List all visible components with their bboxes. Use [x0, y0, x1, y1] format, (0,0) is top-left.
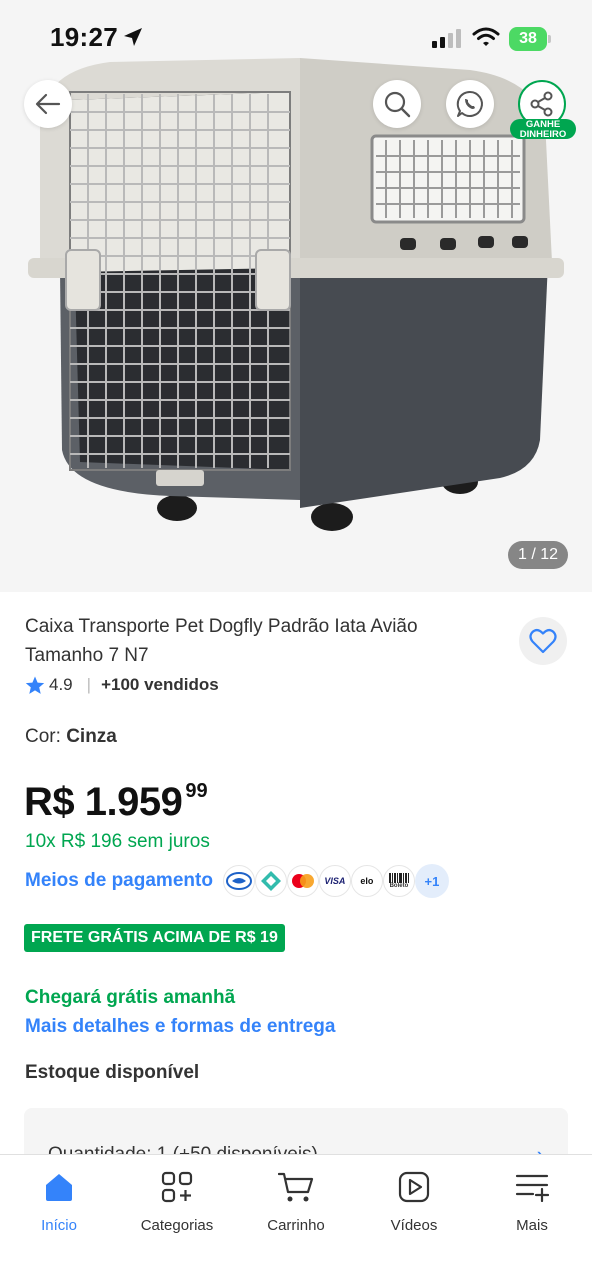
free-shipping-badge: FRETE GRÁTIS ACIMA DE R$ 19	[24, 924, 285, 952]
menu-more-icon	[515, 1174, 549, 1202]
sold-count: +100 vendidos	[101, 675, 219, 694]
mastercard-icon	[286, 865, 319, 897]
rating-value: 4.9	[49, 675, 73, 694]
arrival-text: Chegará grátis amanhã	[25, 987, 236, 1008]
visa-icon: VISA	[318, 865, 351, 897]
price-main: R$ 1.959	[24, 780, 183, 824]
installments-text: 10x R$ 196 sem juros	[25, 831, 210, 852]
cellular-signal-icon	[432, 29, 461, 48]
price: R$ 1.959 99	[24, 780, 208, 825]
product-title: Caixa Transporte Pet Dogfly Padrão Iata …	[25, 616, 418, 666]
color-value: Cinza	[66, 726, 117, 747]
search-icon	[384, 91, 411, 118]
delivery-details-link[interactable]: Mais detalhes e formas de entrega	[25, 1016, 335, 1038]
pix-icon	[254, 865, 287, 897]
nav-label: Início	[41, 1217, 77, 1234]
whatsapp-icon	[456, 90, 483, 117]
stock-status: Estoque disponível	[25, 1062, 200, 1083]
pet-carrier-image	[28, 58, 564, 531]
home-icon	[46, 1174, 72, 1201]
nav-item-categorias[interactable]: Categorias	[118, 1167, 236, 1247]
status-bar: 19:27 38	[0, 0, 592, 80]
boleto-icon: Boleto	[382, 865, 415, 897]
nav-item-mais[interactable]: Mais	[473, 1167, 591, 1247]
wifi-icon	[472, 27, 500, 46]
payment-methods-link[interactable]: Meios de pagamento	[25, 870, 213, 892]
image-counter: 1 / 12	[508, 541, 568, 569]
color-label: Cor:	[25, 726, 61, 747]
arrow-left-icon	[35, 93, 61, 115]
favorite-button[interactable]	[519, 617, 567, 665]
nav-item-inicio[interactable]: Início	[0, 1167, 118, 1247]
earn-money-badge[interactable]: GANHE DINHEIRO	[510, 119, 576, 140]
location-arrow-icon	[124, 28, 142, 46]
whatsapp-share-button[interactable]	[446, 80, 494, 128]
bottom-navigation: Início Categorias Carrinho Vídeos Mais	[0, 1154, 592, 1280]
boleto-label: Boleto	[389, 883, 409, 889]
price-cents: 99	[185, 780, 208, 802]
nav-label: Carrinho	[267, 1217, 325, 1234]
nav-label: Categorias	[140, 1217, 214, 1234]
star-icon	[25, 676, 45, 694]
nav-item-carrinho[interactable]: Carrinho	[237, 1167, 355, 1247]
mercadopago-icon	[222, 865, 255, 897]
back-button[interactable]	[24, 80, 72, 128]
heart-icon	[529, 629, 557, 654]
elo-icon: elo	[350, 865, 383, 897]
color-selector: Cor: Cinza	[25, 726, 117, 748]
cart-icon	[278, 1172, 314, 1202]
nav-label: Vídeos	[390, 1217, 438, 1234]
more-payment-methods[interactable]: +1	[414, 864, 449, 898]
nav-item-videos[interactable]: Vídeos	[355, 1167, 473, 1247]
battery-indicator: 38	[509, 27, 547, 51]
search-button[interactable]	[373, 80, 421, 128]
battery-tip	[548, 35, 551, 43]
status-time: 19:27	[50, 22, 118, 52]
share-icon	[530, 91, 553, 117]
nav-label: Mais	[516, 1217, 548, 1234]
categories-icon	[161, 1171, 193, 1203]
rating-row[interactable]: 4.9 | +100 vendidos	[25, 672, 219, 698]
rating-separator: |	[86, 675, 92, 694]
video-play-icon	[398, 1171, 430, 1203]
product-image-gallery[interactable]: GANHE DINHEIRO 1 / 12	[0, 0, 592, 592]
payment-methods-row[interactable]: Meios de pagamento VISA elo Boleto +1	[25, 862, 449, 900]
